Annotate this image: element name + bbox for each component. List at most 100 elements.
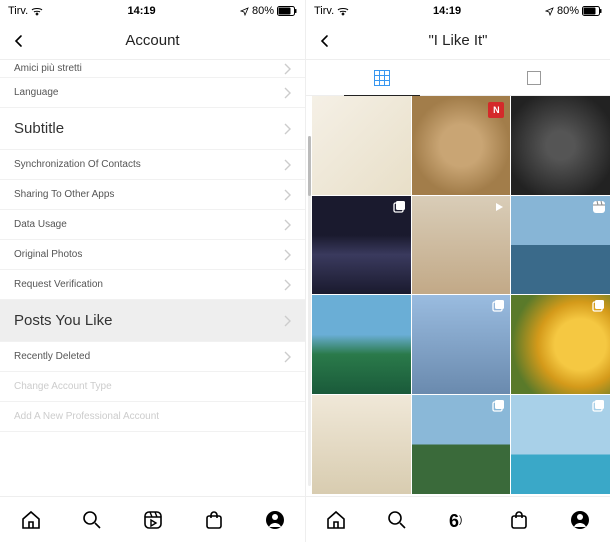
clock: 14:19: [433, 5, 461, 17]
photo-tile[interactable]: [412, 395, 511, 494]
multi-icon: [492, 299, 506, 313]
row-label: Posts You Like: [14, 312, 112, 329]
phone-left: Tirv. 14:19 80% Account Amici più strett…: [0, 0, 305, 542]
nav-home[interactable]: [18, 507, 44, 533]
photo-tile[interactable]: [312, 295, 411, 394]
bottom-nav: [0, 496, 305, 542]
nav-reels[interactable]: [140, 507, 166, 533]
battery-label: 80%: [557, 5, 579, 17]
status-bar: Tirv. 14:19 80%: [306, 0, 610, 22]
page-title: "I Like It": [428, 32, 487, 49]
settings-row-friends[interactable]: Amici più stretti: [0, 60, 305, 78]
page-header: Account: [0, 22, 305, 60]
chevron-right-icon: [283, 189, 291, 201]
svg-text:): ): [459, 515, 462, 526]
photo-grid: N: [312, 96, 610, 494]
photo-tile[interactable]: [511, 196, 610, 295]
photo-tile[interactable]: [312, 196, 411, 295]
row-label: Change Account Type: [14, 381, 112, 392]
photo-tile[interactable]: N: [412, 96, 511, 195]
nav-search[interactable]: [79, 507, 105, 533]
status-bar: Tirv. 14:19 80%: [0, 0, 305, 22]
chevron-right-icon: [283, 219, 291, 231]
photo-tile[interactable]: [312, 96, 411, 195]
settings-row-account-type[interactable]: Change Account Type: [0, 372, 305, 402]
settings-row-subtitle[interactable]: Subtitle: [0, 108, 305, 150]
bottom-nav: 6): [306, 496, 610, 542]
grid-icon: [374, 70, 390, 86]
multi-icon: [592, 299, 606, 313]
multi-icon: [492, 399, 506, 413]
row-label: Language: [14, 87, 59, 98]
row-label: Synchronization Of Contacts: [14, 159, 141, 170]
row-label: Request Verification: [14, 279, 103, 290]
battery-icon: [582, 6, 602, 16]
tab-grid[interactable]: [306, 60, 458, 95]
settings-list: Amici più stretti Language Subtitle Sync…: [0, 60, 305, 432]
photo-tile[interactable]: [412, 295, 511, 394]
tab-feed[interactable]: [458, 60, 610, 95]
row-label: Amici più stretti: [14, 63, 82, 74]
view-tabs: [306, 60, 610, 96]
chevron-right-icon: [283, 279, 291, 291]
photo-tile[interactable]: [511, 96, 610, 195]
settings-row-data[interactable]: Data Usage: [0, 210, 305, 240]
chevron-right-icon: [283, 63, 291, 75]
clock: 14:19: [128, 5, 156, 17]
chevron-right-icon: [283, 159, 291, 171]
nav-profile[interactable]: [262, 507, 288, 533]
page-header: "I Like It": [306, 22, 610, 60]
nav-home[interactable]: [323, 507, 349, 533]
nav-shop[interactable]: [506, 507, 532, 533]
photo-tile[interactable]: [511, 295, 610, 394]
multi-icon: [393, 200, 407, 214]
back-button[interactable]: [314, 30, 336, 52]
settings-row-original[interactable]: Original Photos: [0, 240, 305, 270]
carrier-label: Tirv.: [314, 5, 334, 17]
settings-row-sync[interactable]: Synchronization Of Contacts: [0, 150, 305, 180]
settings-row-language[interactable]: Language: [0, 78, 305, 108]
row-label: Sharing To Other Apps: [14, 189, 114, 200]
location-icon: [545, 7, 554, 16]
settings-row-recent[interactable]: Recently Deleted: [0, 342, 305, 372]
liked-content: N: [306, 96, 610, 496]
feed-icon: [527, 71, 541, 85]
chevron-right-icon: [283, 87, 291, 99]
chevron-right-icon: [283, 351, 291, 363]
battery-label: 80%: [252, 5, 274, 17]
wifi-icon: [31, 6, 43, 16]
app-badge-icon: N: [488, 102, 504, 118]
svg-text:6: 6: [449, 511, 459, 531]
battery-icon: [277, 6, 297, 16]
nav-search[interactable]: [384, 507, 410, 533]
location-icon: [240, 7, 249, 16]
row-label: Recently Deleted: [14, 351, 90, 362]
chevron-right-icon: [283, 249, 291, 261]
row-label: Add A New Professional Account: [14, 411, 159, 422]
nav-profile[interactable]: [567, 507, 593, 533]
photo-tile[interactable]: [412, 196, 511, 295]
multi-icon: [592, 399, 606, 413]
settings-row-verify[interactable]: Request Verification: [0, 270, 305, 300]
row-label: Data Usage: [14, 219, 67, 230]
nav-shop[interactable]: [201, 507, 227, 533]
settings-content: Amici più stretti Language Subtitle Sync…: [0, 60, 305, 496]
row-label: Original Photos: [14, 249, 82, 260]
reel-icon: [592, 200, 606, 214]
settings-row-add-pro[interactable]: Add A New Professional Account: [0, 402, 305, 432]
photo-tile[interactable]: [312, 395, 411, 494]
row-label: Subtitle: [14, 120, 64, 137]
wifi-icon: [337, 6, 349, 16]
back-button[interactable]: [8, 30, 30, 52]
page-title: Account: [125, 32, 179, 49]
carrier-label: Tirv.: [8, 5, 28, 17]
settings-row-posts-you-like[interactable]: Posts You Like: [0, 300, 305, 342]
photo-tile[interactable]: [511, 395, 610, 494]
nav-reels[interactable]: 6): [445, 507, 471, 533]
scrollbar[interactable]: [308, 136, 311, 486]
settings-row-sharing[interactable]: Sharing To Other Apps: [0, 180, 305, 210]
chevron-right-icon: [283, 315, 291, 327]
video-icon: [492, 200, 506, 214]
phone-right: Tirv. 14:19 80% "I Like It": [305, 0, 610, 542]
chevron-right-icon: [283, 123, 291, 135]
